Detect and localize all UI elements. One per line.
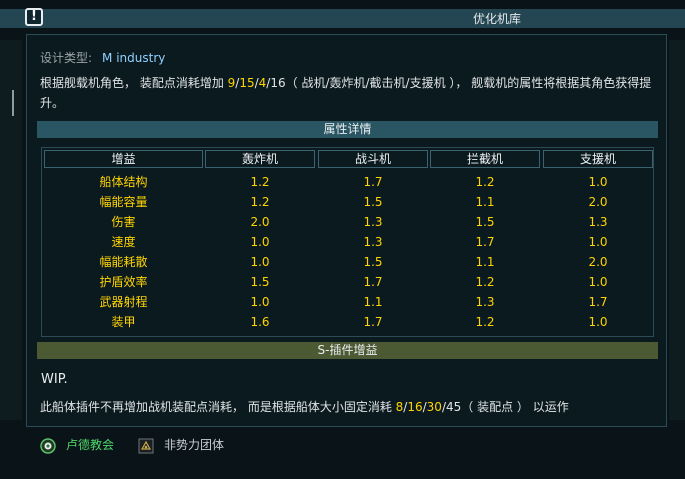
table-cell: 幅能耗散: [99, 255, 148, 269]
table-cell: 2.0: [588, 255, 608, 269]
table-cell: 1.2: [250, 175, 270, 189]
header-bar: [0, 9, 685, 28]
design-type-value: M industry: [102, 51, 166, 65]
faction-label: 卢德教会: [66, 438, 115, 452]
column-header-fighter: 战斗机: [318, 150, 428, 168]
table-cell: 1.0: [588, 315, 608, 329]
table-cell: 装甲: [111, 315, 136, 329]
table-body: 船体结构 1.2 1.7 1.2 1.0 幅能容量 1.2 1.5 1.1 2.…: [44, 172, 654, 332]
description-text: 根据舰载机角色， 装配点消耗增加: [40, 76, 228, 90]
scrollbar-thumb[interactable]: [12, 90, 14, 116]
table-cell: 1.5: [475, 215, 495, 229]
faction-label: 非势力团体: [164, 438, 225, 452]
table-cell: 1.0: [250, 235, 270, 249]
table-cell: 1.3: [588, 215, 608, 229]
column-header-bomber: 轰炸机: [205, 150, 315, 168]
table-row: 船体结构 1.2 1.7 1.2 1.0: [44, 172, 654, 192]
cost-support: 16: [270, 76, 286, 90]
table-cell: 1.0: [588, 275, 608, 289]
faction-independent[interactable]: 非势力团体: [138, 436, 224, 454]
s-mod-bonus-header: S-插件增益: [37, 342, 658, 359]
table-cell: 1.7: [475, 235, 495, 249]
table-cell: 幅能容量: [99, 195, 148, 209]
table-cell: 1.0: [588, 175, 608, 189]
table-cell: 1.2: [475, 315, 495, 329]
table-cell: 1.1: [363, 295, 383, 309]
table-cell: 武器射程: [99, 295, 148, 309]
table-cell: 2.0: [588, 195, 608, 209]
s-mod-text: 此船体插件不再增加战机装配点消耗， 而是根据船体大小固定消耗: [40, 400, 396, 414]
hullmod-description: 根据舰载机角色， 装配点消耗增加 9/15/4/16（ 战机/轰炸机/截击机/支…: [40, 73, 655, 113]
table-cell: 1.5: [363, 195, 383, 209]
table-row: 武器射程 1.0 1.1 1.3 1.7: [44, 292, 654, 312]
page-title: 优化机库: [473, 12, 522, 26]
table-cell: 1.7: [588, 295, 608, 309]
faction-luddic-church[interactable]: 卢德教会: [40, 436, 114, 454]
cost-capital: 45: [445, 400, 462, 414]
column-header-support: 支援机: [543, 150, 653, 168]
column-header-interceptor: 拦截机: [430, 150, 540, 168]
design-type-line: 设计类型: M industry: [40, 49, 165, 66]
table-cell: 1.6: [250, 315, 270, 329]
cost-fighter: 15: [239, 76, 255, 90]
table-cell: 1.2: [475, 175, 495, 189]
table-cell: 1.3: [363, 235, 383, 249]
column-header-bonus: 增益: [44, 150, 203, 168]
table-cell: 1.0: [588, 235, 608, 249]
s-mod-text: （ 装配点 ） 以运作: [461, 400, 569, 414]
table-cell: 1.2: [475, 275, 495, 289]
table-cell: 伤害: [111, 215, 136, 229]
s-mod-description: 此船体插件不再增加战机装配点消耗， 而是根据船体大小固定消耗 8/16/30/4…: [40, 398, 569, 415]
table-row: 幅能耗散 1.0 1.5 1.1 2.0: [44, 252, 654, 272]
warning-icon: !: [25, 8, 43, 26]
table-cell: 1.7: [363, 175, 383, 189]
table-cell: 1.5: [363, 255, 383, 269]
table-cell: 1.5: [250, 275, 270, 289]
design-type-label: 设计类型:: [40, 51, 93, 65]
table-cell: 1.1: [475, 195, 495, 209]
table-cell: 护盾效率: [99, 275, 148, 289]
table-cell: 1.3: [475, 295, 495, 309]
table-cell: 1.7: [363, 315, 383, 329]
table-row: 装甲 1.6 1.7 1.2 1.0: [44, 312, 654, 332]
table-row: 护盾效率 1.5 1.7 1.2 1.0: [44, 272, 654, 292]
luddic-church-icon: [40, 437, 56, 454]
attribute-details-header: 属性详情: [37, 121, 658, 138]
table-row: 伤害 2.0 1.3 1.5 1.3: [44, 212, 654, 232]
table-cell: 速度: [111, 235, 136, 249]
table-cell: 1.0: [250, 255, 270, 269]
table-cell: 1.2: [250, 195, 270, 209]
cost-cruiser: 30: [426, 400, 442, 414]
table-cell: 1.1: [475, 255, 495, 269]
wip-text: WIP.: [41, 372, 68, 387]
table-cell: 2.0: [250, 215, 270, 229]
independent-icon: [138, 438, 154, 453]
table-row: 速度 1.0 1.3 1.7 1.0: [44, 232, 654, 252]
table-cell: 船体结构: [99, 175, 148, 189]
cost-destroyer: 16: [407, 400, 423, 414]
table-cell: 1.7: [363, 275, 383, 289]
table-row: 幅能容量 1.2 1.5 1.1 2.0: [44, 192, 654, 212]
table-cell: 1.3: [363, 215, 383, 229]
table-cell: 1.0: [250, 295, 270, 309]
